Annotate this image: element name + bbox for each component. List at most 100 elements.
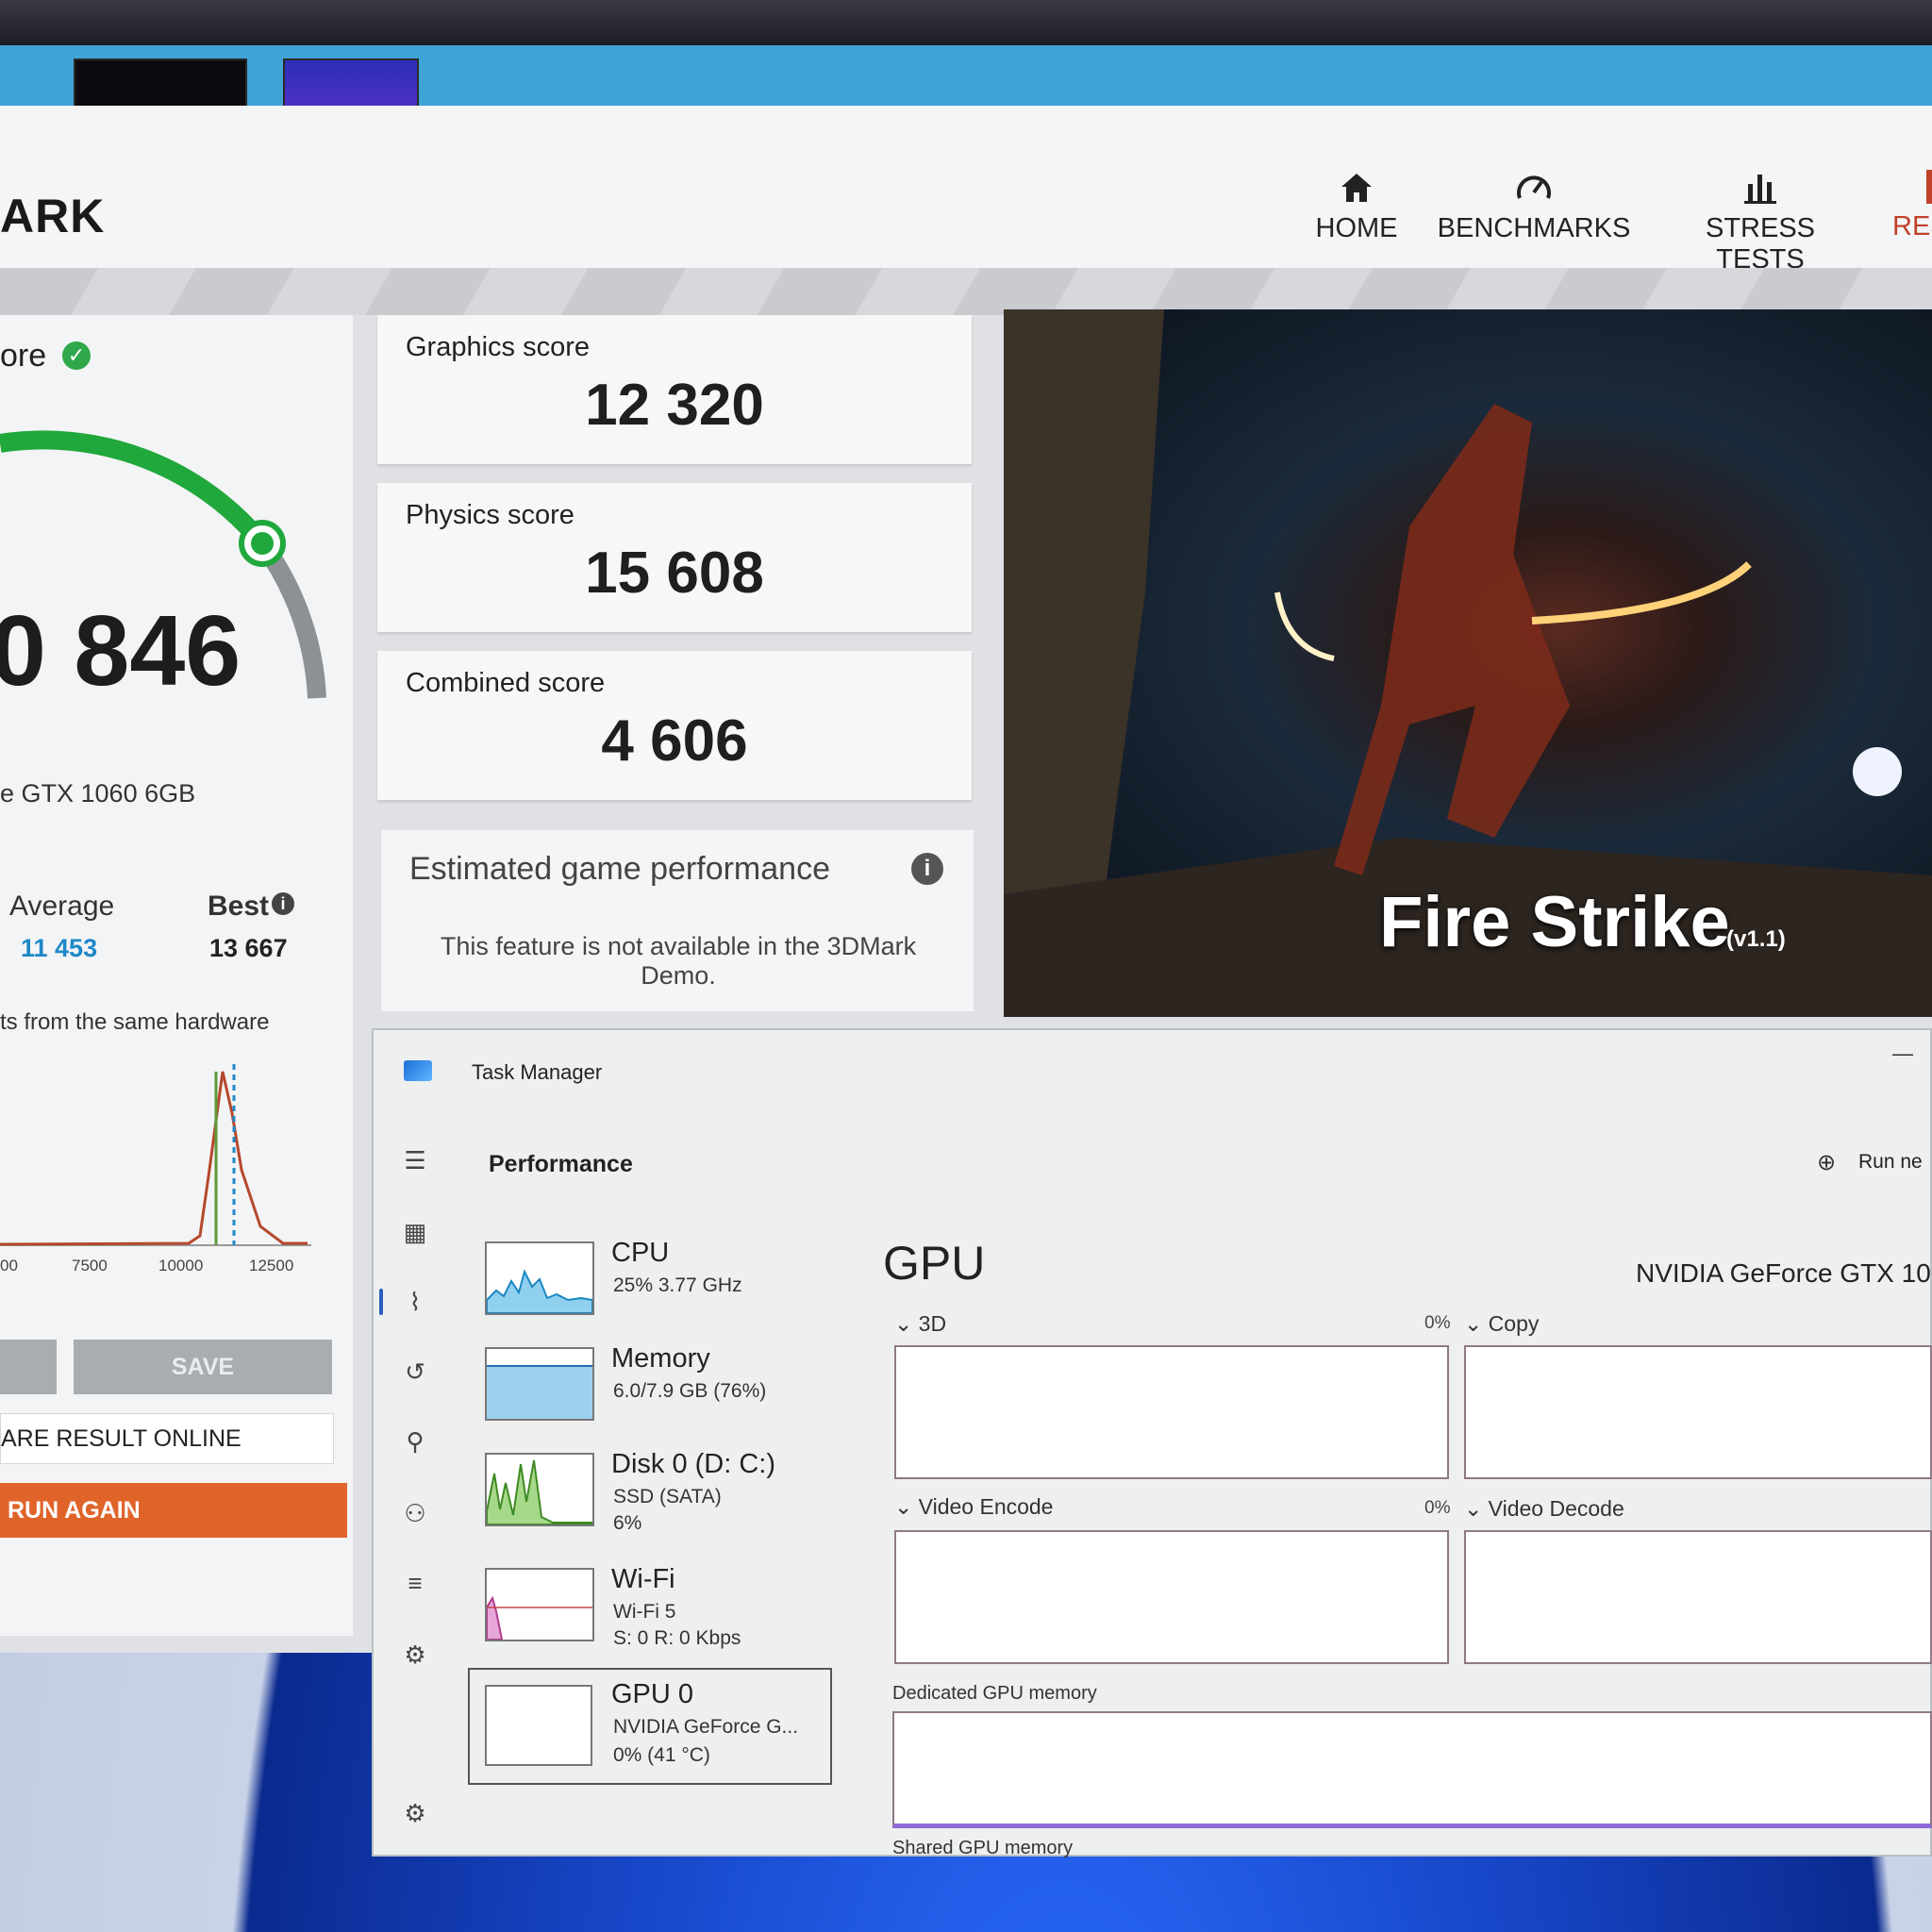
chart-tick: 00 (0, 1257, 18, 1274)
perf-detail: S: 0 R: 0 Kbps (613, 1627, 741, 1649)
perf-name: Wi-Fi (611, 1564, 675, 1594)
services-icon[interactable]: ⚙ (400, 1640, 430, 1670)
share-result-button[interactable]: ARE RESULT ONLINE (0, 1413, 334, 1464)
chart-tick: 10000 (158, 1257, 204, 1274)
active-indicator (379, 1289, 383, 1315)
gpu-heading: GPU (883, 1237, 986, 1290)
gpu-model: NVIDIA GeForce GTX 10 (1636, 1258, 1931, 1288)
hamburger-menu-icon[interactable]: ☰ (400, 1145, 430, 1175)
distribution-line (0, 1071, 308, 1246)
graphics-score-card: Graphics score 12 320 (377, 315, 972, 464)
best-value: 13 667 (209, 934, 288, 962)
perf-detail: 6% (613, 1512, 642, 1534)
app-history-icon[interactable]: ↺ (400, 1357, 430, 1387)
startup-apps-icon[interactable]: ⚲ (400, 1426, 430, 1457)
combined-score-value: 4 606 (601, 708, 748, 774)
memory-sparkline (485, 1347, 594, 1421)
bar-chart-icon (1744, 175, 1776, 204)
graph-label-text: 3D (918, 1311, 947, 1336)
graph-copy (1464, 1345, 1932, 1479)
same-hardware-caption: ts from the same hardware (0, 1009, 270, 1035)
perf-detail: SSD (SATA) (613, 1486, 722, 1507)
dedicated-memory-graph (892, 1711, 1932, 1828)
minimize-button[interactable]: — (1892, 1041, 1913, 1066)
graph-label-copy[interactable]: ⌄ Copy (1464, 1311, 1539, 1337)
graphics-score-value: 12 320 (585, 373, 764, 438)
perf-item-disk[interactable]: Disk 0 (D: C:) SSD (SATA) 6% (470, 1441, 833, 1545)
score-title: ore (0, 338, 47, 374)
graph-label-text: Video Decode (1488, 1496, 1624, 1521)
app-logo: ARK (0, 190, 106, 242)
benchmark-version: (v1.1) (1726, 926, 1786, 952)
perf-detail: NVIDIA GeForce G... (613, 1716, 799, 1738)
nav-benchmarks-label: BENCHMARKS (1437, 213, 1631, 243)
chart-tick: 12500 (249, 1257, 294, 1274)
cpu-sparkline (485, 1241, 594, 1315)
nav-results[interactable]: RES (1892, 170, 1932, 242)
physics-score-value: 15 608 (585, 541, 764, 606)
nav-stress-tests[interactable]: STRESS TESTS (1668, 170, 1853, 275)
monitor-bezel (0, 0, 1932, 47)
threedmark-header (0, 106, 1932, 268)
perf-detail: 6.0/7.9 GB (76%) (613, 1380, 767, 1402)
average-value: 11 453 (21, 934, 98, 962)
graph-pct: 0% (1424, 1313, 1451, 1333)
run-task-icon[interactable]: ⊕ (1817, 1149, 1836, 1176)
perf-item-memory[interactable]: Memory 6.0/7.9 GB (76%) (470, 1336, 833, 1440)
perf-detail: 0% (41 °C) (613, 1744, 710, 1766)
dedicated-memory-label: Dedicated GPU memory (892, 1683, 1097, 1704)
gpu-sparkline (485, 1685, 592, 1766)
perf-detail: 25% 3.77 GHz (613, 1274, 742, 1296)
nav-benchmarks[interactable]: BENCHMARKS (1436, 170, 1632, 244)
task-manager-title: Task Manager (472, 1060, 603, 1084)
graph-label-3d[interactable]: ⌄ 3D (894, 1311, 946, 1337)
perf-item-wifi[interactable]: Wi-Fi Wi-Fi 5 S: 0 R: 0 Kbps (470, 1557, 833, 1660)
estimated-performance-message: This feature is not available in the 3DM… (440, 932, 917, 990)
perf-item-gpu[interactable]: GPU 0 NVIDIA GeForce G... 0% (41 °C) (468, 1668, 832, 1785)
users-icon[interactable]: ⚇ (400, 1498, 430, 1528)
run-new-task-button[interactable]: Run ne (1858, 1151, 1923, 1174)
nav-home-label: HOME (1315, 213, 1398, 243)
perf-name: CPU (611, 1238, 670, 1268)
save-button[interactable]: SAVE (74, 1340, 332, 1394)
graph-3d (894, 1345, 1449, 1479)
graph-label-video-encode[interactable]: ⌄ Video Encode (894, 1494, 1053, 1520)
load-button[interactable] (0, 1340, 57, 1394)
info-icon[interactable]: i (272, 892, 294, 915)
perf-name: Memory (611, 1343, 710, 1374)
nav-results-label: RES (1892, 211, 1932, 242)
section-title: Performance (489, 1151, 633, 1177)
perf-item-cpu[interactable]: CPU 25% 3.77 GHz (470, 1230, 833, 1334)
results-icon (1926, 170, 1932, 204)
perf-name: GPU 0 (611, 1679, 694, 1709)
estimated-performance-title: Estimated game performance (409, 851, 830, 887)
distribution-chart (0, 1064, 311, 1246)
run-again-button[interactable]: RUN AGAIN (0, 1483, 347, 1538)
disk-sparkline (485, 1453, 594, 1526)
combined-score-card: Combined score 4 606 (377, 651, 972, 800)
nav-stress-tests-label: STRESS TESTS (1705, 213, 1816, 275)
check-icon: ✓ (62, 341, 91, 370)
graphics-score-title: Graphics score (406, 332, 591, 362)
performance-icon[interactable]: ⌇ (400, 1287, 430, 1317)
graph-label-text: Copy (1488, 1311, 1540, 1336)
main-score: 0 846 (0, 595, 242, 707)
graph-label-text: Video Encode (918, 1494, 1054, 1519)
perf-detail: Wi-Fi 5 (613, 1601, 676, 1623)
task-manager-icon (404, 1060, 432, 1081)
nav-home[interactable]: HOME (1300, 170, 1413, 244)
chart-tick: 7500 (72, 1257, 108, 1274)
details-icon[interactable]: ≡ (400, 1568, 430, 1598)
perf-name: Disk 0 (D: C:) (611, 1449, 775, 1479)
graph-label-video-decode[interactable]: ⌄ Video Decode (1464, 1496, 1624, 1522)
gpu-name: e GTX 1060 6GB (0, 779, 196, 808)
processes-icon[interactable]: ▦ (400, 1217, 430, 1247)
graph-pct: 0% (1424, 1498, 1451, 1518)
average-label: Average (9, 891, 115, 922)
info-icon[interactable]: i (911, 853, 943, 885)
settings-icon[interactable]: ⚙ (400, 1798, 430, 1828)
shared-memory-label: Shared GPU memory (892, 1838, 1074, 1858)
graph-video-decode (1464, 1530, 1932, 1664)
best-label: Best (208, 891, 270, 922)
physics-score-title: Physics score (406, 500, 575, 530)
